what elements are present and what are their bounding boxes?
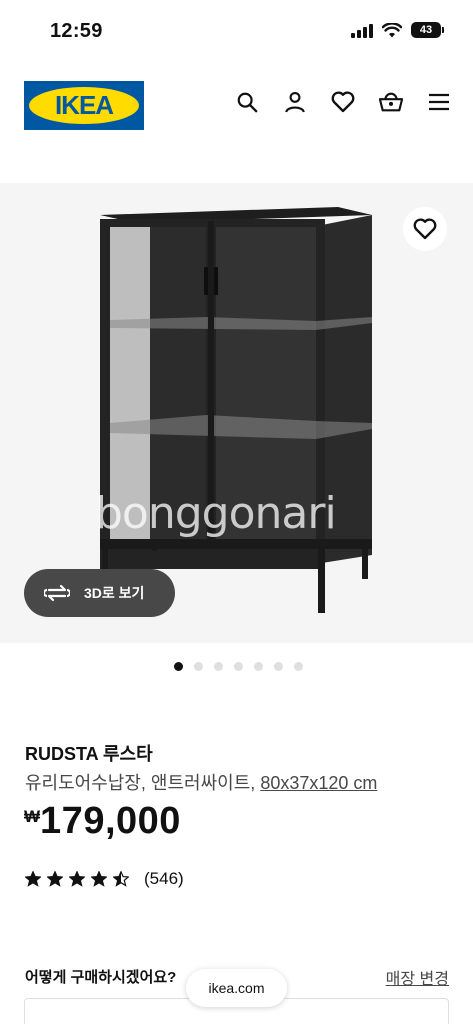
carousel-dot[interactable] xyxy=(214,662,223,671)
search-icon[interactable] xyxy=(235,90,259,114)
header-actions xyxy=(235,90,451,114)
wifi-icon xyxy=(382,22,402,37)
carousel-dot[interactable] xyxy=(194,662,203,671)
product-dimensions-link[interactable]: 80x37x120 cm xyxy=(260,773,377,793)
star-icon xyxy=(47,871,63,887)
add-to-wishlist-button[interactable] xyxy=(403,207,447,251)
price-currency: ₩ xyxy=(24,807,41,826)
carousel-dot[interactable] xyxy=(174,662,183,671)
product-price: ₩ 179,000 xyxy=(24,800,181,843)
product-name: RUDSTA 루스타 xyxy=(25,744,153,764)
star-icon xyxy=(91,871,107,887)
menu-icon[interactable] xyxy=(427,90,451,114)
carousel-dot[interactable] xyxy=(254,662,263,671)
star-icon xyxy=(25,871,41,887)
view-3d-label: 3D로 보기 xyxy=(84,585,145,601)
carousel-dot[interactable] xyxy=(274,662,283,671)
signal-icon xyxy=(351,22,373,38)
account-icon[interactable] xyxy=(283,90,307,114)
ikea-logo[interactable]: IKEA xyxy=(24,81,144,130)
carousel-dot[interactable] xyxy=(294,662,303,671)
watermark: bonggonari xyxy=(95,488,337,539)
battery-icon: 43 xyxy=(411,22,444,38)
cart-icon[interactable] xyxy=(379,90,403,114)
site-header: IKEA xyxy=(0,62,473,148)
change-store-link[interactable]: 매장 변경 xyxy=(386,965,449,989)
status-bar: 12:59 43 xyxy=(0,0,473,62)
product-type: 유리도어수납장, 앤트러싸이트, xyxy=(25,773,256,793)
star-icon xyxy=(113,871,129,887)
product-description: 유리도어수납장, 앤트러싸이트, 80x37x120 cm xyxy=(25,769,377,795)
view-3d-button[interactable]: 3D로 보기 xyxy=(24,569,175,617)
product-image-carousel[interactable]: bonggonari 3D로 보기 xyxy=(0,183,473,643)
wishlist-icon[interactable] xyxy=(331,90,355,114)
review-count[interactable]: (546) xyxy=(144,869,184,889)
carousel-indicator[interactable] xyxy=(174,662,303,671)
heart-icon xyxy=(413,218,437,240)
star-icon xyxy=(69,871,85,887)
price-amount: 179,000 xyxy=(40,800,181,842)
status-icons: 43 xyxy=(351,22,444,38)
product-rating[interactable]: (546) xyxy=(25,869,184,889)
rotate-3d-icon xyxy=(44,584,70,602)
browser-url-pill[interactable]: ikea.com xyxy=(186,969,287,1007)
carousel-dot[interactable] xyxy=(234,662,243,671)
status-time: 12:59 xyxy=(50,20,103,42)
purchase-heading: 어떻게 구매하시겠어요? xyxy=(25,969,177,986)
